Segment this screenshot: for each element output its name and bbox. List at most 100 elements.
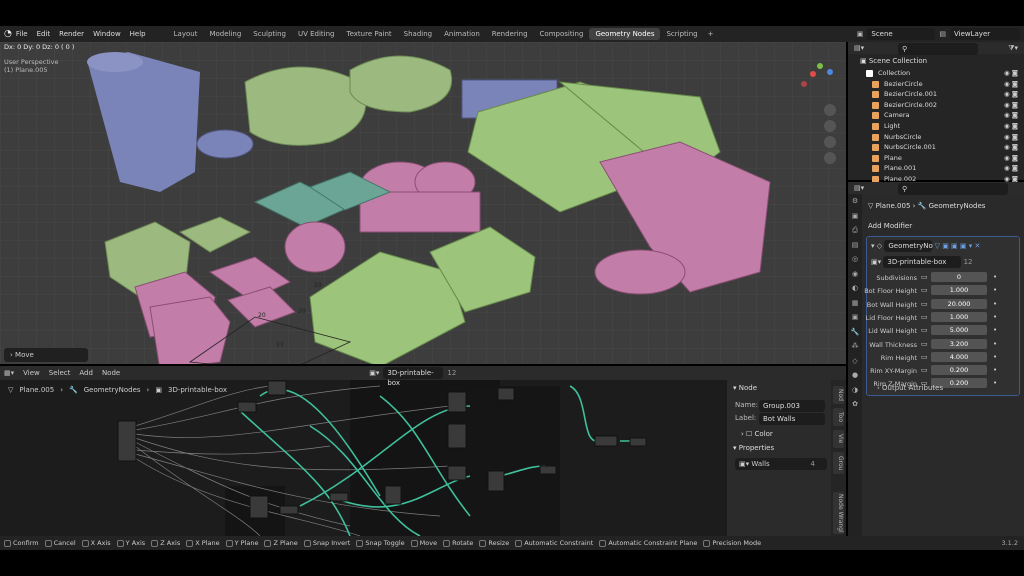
tab-scripting[interactable]: Scripting (660, 28, 703, 40)
input-value[interactable]: 1.000 (931, 285, 987, 296)
modifier-toggle-icons[interactable]: ▽ ▣ ▣ ▣ ▾ ✕ (935, 242, 981, 250)
properties-section[interactable]: ▾ Properties (733, 444, 774, 452)
tab-uv-editing[interactable]: UV Editing (292, 28, 341, 40)
tab-view[interactable]: Vie (833, 430, 844, 448)
node-label-field[interactable]: Bot Walls (759, 413, 825, 425)
object-icon (872, 112, 879, 120)
menu-edit[interactable]: Edit (37, 30, 51, 38)
node-menu-node[interactable]: Node (102, 369, 120, 377)
socket-icon[interactable]: ▭ (921, 300, 928, 308)
node-editor[interactable]: ▦▾ View Select Add Node ▣▾ 3D-printable-box… (0, 366, 846, 536)
node-menu-add[interactable]: Add (79, 369, 93, 377)
color-section[interactable]: › ☐ Color (741, 430, 773, 438)
version-label: 3.1.2 (1001, 539, 1018, 547)
tab-node-wrangler[interactable]: Node Wrangl (833, 492, 844, 534)
properties-search[interactable]: ⚲ (898, 183, 1008, 195)
node-name-field[interactable]: Group.003 (759, 400, 825, 412)
input-value[interactable]: 4.000 (931, 351, 987, 362)
outliner-item[interactable]: Plane ◉ ◙ (848, 153, 1024, 164)
input-value[interactable]: 3.200 (931, 338, 987, 349)
node-tree-field[interactable]: 3D-printable-box (383, 367, 444, 387)
status-hint: Snap Toggle (356, 539, 405, 547)
visibility-icon[interactable]: ◉ ◙ (1004, 143, 1018, 151)
3d-viewport[interactable]: Dx: 0 Dy: 0 Dz: 0 ( 0 ) User Perspective… (0, 42, 846, 364)
outliner-item[interactable]: Camera ◉ ◙ (848, 110, 1024, 121)
tab-layout[interactable]: Layout (168, 28, 204, 40)
tab-texture-paint[interactable]: Texture Paint (341, 28, 398, 40)
outliner-search[interactable]: ⚲ (898, 43, 978, 55)
tab-geometry-nodes[interactable]: Geometry Nodes (589, 28, 661, 40)
tab-modeling[interactable]: Modeling (203, 28, 247, 40)
outliner-item[interactable]: BezierCircle.001 ◉ ◙ (848, 89, 1024, 100)
visibility-icon[interactable]: ◉ ◙ (1004, 90, 1018, 98)
last-operator-panel[interactable]: › Move (4, 348, 88, 362)
tab-animation[interactable]: Animation (438, 28, 486, 40)
socket-icon[interactable]: ▭ (921, 286, 928, 294)
visibility-icon[interactable]: ◉ ◙ (1004, 80, 1018, 88)
visibility-icon[interactable]: ◉ ◙ (1004, 101, 1018, 109)
node-section[interactable]: ▾ Node (733, 384, 757, 392)
outliner-item[interactable]: BezierCircle.002 ◉ ◙ (848, 100, 1024, 111)
tab-sculpting[interactable]: Sculpting (247, 28, 292, 40)
node-tree-selector[interactable]: ▣▾ 3D-printable-box 12 (369, 367, 456, 387)
input-label: Bot Floor Height (864, 287, 917, 296)
modifier-tree[interactable]: ▣▾ 3D-printable-box 12 (871, 256, 973, 268)
socket-icon[interactable]: ▭ (921, 326, 928, 334)
viewlayer-field[interactable]: ViewLayer (950, 28, 1020, 40)
visibility-icon[interactable]: ◉ ◙ (1004, 154, 1018, 162)
tab-rendering[interactable]: Rendering (486, 28, 534, 40)
visibility-icon[interactable]: ◉ ◙ (1004, 69, 1018, 77)
tab-node[interactable]: Nod (833, 386, 844, 404)
socket-dot-icon: • (993, 366, 998, 375)
key-icon (81, 539, 89, 547)
visibility-icon[interactable]: ◉ ◙ (1004, 164, 1018, 172)
modifier-tree-field[interactable]: 3D-printable-box (883, 256, 962, 268)
socket-icon[interactable]: ▭ (921, 340, 928, 348)
menu-render[interactable]: Render (59, 30, 84, 38)
tab-compositing[interactable]: Compositing (534, 28, 590, 40)
properties-type-icon[interactable]: ▤▾ (854, 184, 864, 192)
add-modifier-button[interactable]: Add Modifier (868, 222, 912, 230)
output-attributes[interactable]: › Output Attributes (877, 384, 943, 392)
scene-collection[interactable]: ▣ Scene Collection (860, 57, 927, 65)
outliner-item[interactable]: BezierCircle ◉ ◙ (848, 79, 1024, 90)
node-menu-view[interactable]: View (23, 369, 40, 377)
outliner-type-icon[interactable]: ▤▾ (854, 44, 864, 52)
outliner-item[interactable]: NurbsCircle.001 ◉ ◙ (848, 142, 1024, 153)
input-value[interactable]: 0.200 (931, 365, 987, 376)
socket-icon[interactable]: ▭ (921, 366, 928, 374)
menu-window[interactable]: Window (93, 30, 121, 38)
input-value[interactable]: 5.000 (931, 325, 987, 336)
tab-group[interactable]: Grou (833, 452, 844, 474)
input-label: Rim XY-Margin (870, 367, 917, 376)
input-value[interactable]: 1.000 (931, 311, 987, 322)
outliner-item[interactable]: Plane.001 ◉ ◙ (848, 163, 1024, 174)
blender-logo-icon[interactable]: ◔ (4, 29, 12, 39)
tab-shading[interactable]: Shading (398, 28, 438, 40)
add-workspace-button[interactable]: + (708, 30, 714, 38)
menu-file[interactable]: File (16, 30, 28, 38)
visibility-icon[interactable]: ◉ ◙ (1004, 111, 1018, 119)
group-selector[interactable]: ▣▾ Walls 4 (735, 458, 827, 470)
status-hint-label: Y Plane (234, 539, 259, 547)
visibility-icon[interactable]: ◉ ◙ (1004, 133, 1018, 141)
view-name: User Perspective (4, 58, 59, 66)
visibility-icon[interactable]: ◉ ◙ (1004, 122, 1018, 130)
input-value[interactable]: 20.000 (931, 298, 987, 309)
socket-icon[interactable]: ▭ (921, 273, 928, 281)
filter-icon[interactable]: ⧩▾ (1008, 44, 1018, 53)
socket-icon[interactable]: ▭ (921, 353, 928, 361)
modifier-name-field[interactable]: GeometryNo (884, 240, 933, 252)
socket-icon[interactable]: ▭ (921, 313, 928, 321)
outliner-item[interactable]: NurbsCircle ◉ ◙ (848, 132, 1024, 143)
editor-type-icon[interactable]: ▦▾ (4, 369, 14, 377)
menu-help[interactable]: Help (130, 30, 146, 38)
socket-dot-icon: • (993, 339, 998, 348)
node-menu-select[interactable]: Select (49, 369, 71, 377)
scene-field[interactable]: Scene (867, 28, 936, 40)
outliner-item[interactable]: Light ◉ ◙ (848, 121, 1024, 132)
input-value[interactable]: 0 (931, 272, 987, 282)
dim-label: 20 (298, 308, 306, 315)
outliner-item[interactable]: Collection ◉ ◙ (848, 68, 1024, 79)
tab-tool[interactable]: Too (833, 408, 844, 426)
